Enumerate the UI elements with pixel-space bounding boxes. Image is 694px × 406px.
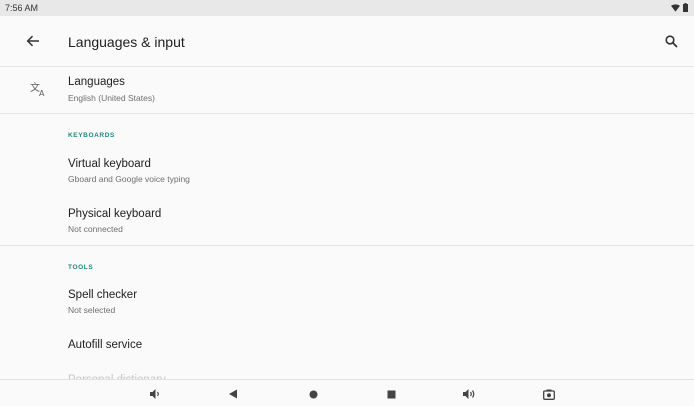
battery-icon bbox=[683, 3, 688, 12]
screenshot-button[interactable] bbox=[542, 387, 556, 401]
app-bar: Languages & input bbox=[0, 16, 694, 67]
camera-icon bbox=[543, 389, 555, 400]
volume-down-button[interactable] bbox=[148, 387, 162, 401]
back-button[interactable] bbox=[22, 30, 44, 52]
arrow-back-icon bbox=[26, 35, 39, 47]
languages-subtitle: English (United States) bbox=[68, 93, 155, 103]
divider bbox=[0, 113, 694, 114]
wifi-icon bbox=[671, 3, 680, 12]
virtual-keyboard-item[interactable] bbox=[0, 150, 694, 194]
home-button[interactable] bbox=[306, 387, 320, 401]
recents-square-icon bbox=[387, 390, 395, 398]
volume-up-button[interactable] bbox=[462, 387, 476, 401]
physical-keyboard-item[interactable] bbox=[0, 198, 694, 242]
recents-button[interactable] bbox=[384, 387, 398, 401]
physical-keyboard-title: Physical keyboard bbox=[68, 208, 162, 220]
status-icons bbox=[671, 3, 688, 12]
spell-checker-title: Spell checker bbox=[68, 289, 138, 301]
spell-checker-subtitle: Not selected bbox=[68, 305, 116, 315]
search-button[interactable] bbox=[660, 30, 682, 52]
autofill-service-title: Autofill service bbox=[68, 339, 143, 351]
volume-down-icon bbox=[150, 389, 159, 399]
languages-item[interactable] bbox=[0, 67, 694, 113]
virtual-keyboard-title: Virtual keyboard bbox=[68, 158, 151, 170]
navigation-bar bbox=[0, 379, 694, 406]
languages-title: Languages bbox=[68, 76, 125, 88]
section-header-tools: TOOLS bbox=[68, 264, 94, 271]
back-nav-button[interactable] bbox=[226, 387, 240, 401]
back-triangle-icon bbox=[229, 389, 237, 399]
settings-screen: 7:56 AM Languages & input 文 A Languages … bbox=[0, 0, 694, 406]
divider bbox=[0, 245, 694, 246]
page-title: Languages & input bbox=[68, 34, 185, 50]
translate-icon: 文 A bbox=[30, 81, 45, 97]
status-bar: 7:56 AM bbox=[0, 0, 694, 16]
status-time: 7:56 AM bbox=[5, 3, 39, 13]
section-header-keyboards: KEYBOARDS bbox=[68, 132, 115, 139]
spell-checker-item[interactable] bbox=[0, 280, 694, 324]
physical-keyboard-subtitle: Not connected bbox=[68, 224, 123, 234]
virtual-keyboard-subtitle: Gboard and Google voice typing bbox=[68, 174, 190, 184]
svg-text:A: A bbox=[39, 89, 45, 97]
search-icon bbox=[664, 34, 678, 48]
volume-up-icon bbox=[463, 389, 475, 399]
home-circle-icon bbox=[309, 390, 317, 398]
